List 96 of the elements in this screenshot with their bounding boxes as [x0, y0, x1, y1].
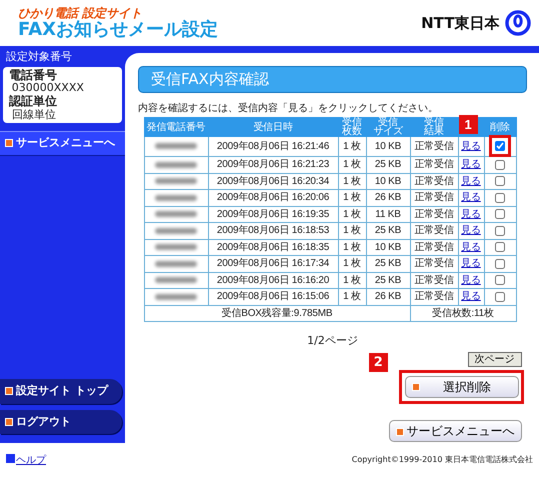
bullet-icon	[5, 418, 13, 426]
delete-checkbox[interactable]	[495, 275, 505, 286]
table-cell: 正常受信	[410, 206, 458, 222]
table-cell: 正常受信	[410, 136, 458, 156]
table-cell: 1 枚	[338, 272, 366, 288]
table-cell: 正常受信	[410, 190, 458, 206]
column-header: 受信 結果	[410, 118, 458, 137]
delete-checkbox[interactable]	[495, 258, 505, 269]
delete-checkbox[interactable]	[495, 292, 505, 302]
blurred-number	[155, 143, 197, 150]
field-value: 回線単位	[10, 108, 57, 122]
table-cell: 2009年08月06日 16:19:35	[208, 206, 338, 222]
blurred-number	[155, 211, 197, 218]
table-cell: 10 KB	[366, 239, 410, 256]
column-header: 受信日時	[208, 118, 338, 137]
table-cell: 正常受信	[410, 288, 458, 305]
table-cell: 1 枚	[338, 173, 366, 190]
delete-checkbox[interactable]	[495, 192, 505, 203]
table-cell: 2009年08月06日 16:17:34	[208, 256, 338, 272]
blurred-number	[155, 178, 197, 184]
table-cell: 26 KB	[366, 288, 410, 305]
table-cell: 10 KB	[366, 173, 410, 190]
blurred-number	[155, 228, 197, 234]
table-cell: 2009年08月06日 16:16:20	[208, 272, 338, 288]
section-title-bar: 受信FAX内容確認	[138, 66, 527, 92]
table-cell: 25 KB	[366, 272, 410, 288]
next-page-button[interactable]: 次ページ	[468, 352, 522, 368]
table-cell: 正常受信	[410, 173, 458, 190]
table-cell: 10 KB	[366, 136, 410, 156]
sidebar-nav-button[interactable]: ログアウト	[0, 410, 122, 434]
table-cell: 2009年08月06日 16:18:53	[208, 222, 338, 239]
delete-checkbox[interactable]	[495, 160, 505, 170]
instruction-text: 内容を確認するには、受信内容「見る」をクリックしてください。	[138, 102, 439, 114]
blurred-number	[155, 162, 197, 168]
service-menu-button[interactable]: サービスメニューへ	[0, 131, 125, 156]
sidebar-nav-button[interactable]: 設定サイト トップ	[0, 379, 122, 404]
table-cell: 正常受信	[410, 222, 458, 239]
table-cell: 2009年08月06日 16:18:35	[208, 239, 338, 256]
bullet-icon	[412, 382, 420, 391]
number-badge: 2	[368, 353, 388, 372]
column-header: 受信 サイズ	[366, 118, 410, 137]
field-label: 電話番号	[9, 68, 58, 82]
copyright-text: Copyright©1999-2010 東日本電信電話株式会社	[352, 454, 533, 466]
delete-selected-button[interactable]: 選択削除	[404, 376, 518, 398]
delete-checkbox[interactable]	[495, 226, 505, 236]
blurred-number	[155, 260, 197, 267]
ring-logo-icon	[505, 10, 531, 36]
service-menu-button[interactable]: サービスメニューへ	[388, 420, 522, 442]
table-cell: 2009年08月06日 16:21:46	[208, 136, 338, 156]
table-cell: 正常受信	[410, 272, 458, 288]
bullet-icon	[5, 139, 13, 148]
table-cell: 26 KB	[366, 190, 410, 206]
table-cell: 1 枚	[338, 136, 366, 156]
column-header: 発信電話番号	[144, 118, 208, 137]
table-cell: 1 枚	[338, 256, 366, 272]
table-cell: 25 KB	[366, 222, 410, 239]
table-cell: 1 枚	[338, 239, 366, 256]
table-cell: 11 KB	[366, 206, 410, 222]
table-cell: 正常受信	[410, 239, 458, 256]
table-cell: 受信BOX残容量:9.785MB	[144, 305, 410, 322]
number-badge: 1	[458, 115, 478, 134]
table-cell: 1 枚	[338, 222, 366, 239]
table-cell: 1 枚	[338, 206, 366, 222]
table-cell: 1 枚	[338, 190, 366, 206]
page-title: FAXお知らせメール設定	[18, 20, 218, 40]
field-label: 認証単位	[9, 94, 58, 109]
table-cell: 1 枚	[338, 288, 366, 305]
table-cell: 2009年08月06日 16:15:06	[208, 288, 338, 305]
blurred-number	[155, 277, 197, 284]
table-cell: 2009年08月06日 16:21:23	[208, 156, 338, 173]
delete-checkbox[interactable]	[495, 209, 505, 220]
delete-checkbox[interactable]	[495, 242, 505, 252]
bullet-icon	[5, 387, 13, 396]
bullet-icon	[6, 454, 15, 462]
column-header: 削除	[484, 118, 516, 137]
field-value: 030000XXXX	[10, 82, 85, 94]
bullet-icon	[396, 428, 404, 436]
table-cell: 25 KB	[366, 156, 410, 173]
delete-checkbox[interactable]	[495, 176, 505, 186]
table-cell: 受信枚数:11枚	[410, 305, 516, 322]
logo-text: NTT東日本	[421, 12, 500, 34]
table-cell: 2009年08月06日 16:20:06	[208, 190, 338, 206]
site-subtitle: ひかり電話 設定サイト	[18, 6, 144, 20]
table-cell: 1 枚	[338, 156, 366, 173]
table-cell: 2009年08月06日 16:20:34	[208, 173, 338, 190]
help-link[interactable]: ヘルプ	[6, 452, 46, 468]
blurred-number	[155, 294, 197, 300]
delete-checkbox[interactable]	[495, 141, 505, 151]
table-cell: 25 KB	[366, 256, 410, 272]
blurred-number	[155, 194, 197, 201]
column-header: 受信 枚数	[338, 118, 366, 137]
page-indicator: 1/2ページ	[306, 333, 359, 349]
blurred-number	[155, 244, 197, 250]
section-label: 設定対象番号	[5, 49, 73, 65]
table-cell: 正常受信	[410, 256, 458, 272]
table-cell: 正常受信	[410, 156, 458, 173]
